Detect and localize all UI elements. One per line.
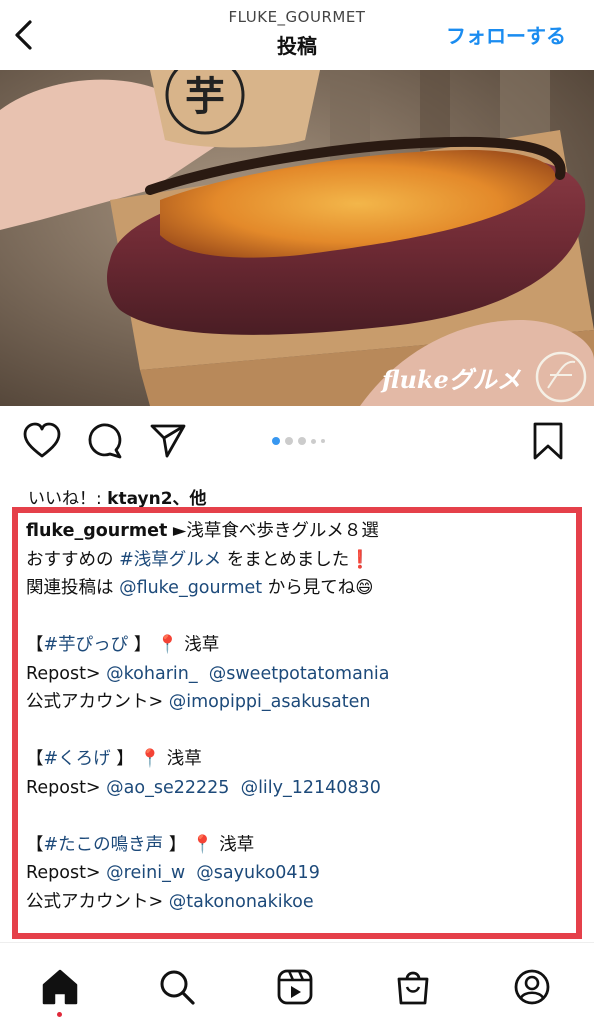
caption-line: fluke_gourmet ►浅草食べ歩きグルメ８選 xyxy=(26,517,572,546)
repost-label: Repost> xyxy=(26,863,107,883)
bracket-close: 】 xyxy=(110,749,134,769)
official-label: 公式アカウント> xyxy=(26,692,169,712)
caption-username[interactable]: fluke_gourmet xyxy=(26,521,167,541)
post-header: FLUKE_GOURMET 投稿 フォローする xyxy=(0,0,594,68)
hashtag-link[interactable]: #くろげ xyxy=(44,749,111,769)
mention-link[interactable]: @sweetpotatomania xyxy=(209,664,390,684)
carousel-dot xyxy=(285,437,293,445)
carousel-dot xyxy=(311,438,316,444)
carousel-dot xyxy=(321,439,325,443)
hashtag-link[interactable]: #芋ぴっぴ xyxy=(44,635,129,655)
nav-reels[interactable] xyxy=(273,965,317,1009)
post-photo[interactable]: 芋 flukeグルメ xyxy=(0,70,594,406)
bookmark-button[interactable] xyxy=(528,420,568,464)
share-button[interactable] xyxy=(148,420,188,464)
follow-button[interactable]: フォローする xyxy=(446,20,566,49)
reels-icon xyxy=(277,969,313,1005)
bracket-open: 【 xyxy=(26,834,44,855)
caption-text: から見てね xyxy=(262,578,356,598)
bracket-open: 【 xyxy=(26,749,44,769)
hashtag-link[interactable]: #浅草グルメ xyxy=(119,550,221,570)
shop-icon xyxy=(397,971,429,1005)
nav-profile[interactable] xyxy=(510,965,554,1009)
caption-line: 公式アカウント> @takononakikoe xyxy=(26,888,572,917)
caption-line: おすすめの #浅草グルメ をまとめました❗ xyxy=(26,546,572,575)
sweet-potato-image: 芋 flukeグルメ xyxy=(0,70,594,406)
share-icon xyxy=(150,424,186,458)
caption-line: 公式アカウント> @imopippi_asakusaten xyxy=(26,688,572,717)
caption-text: 関連投稿は xyxy=(26,578,120,598)
bottom-nav xyxy=(0,942,594,1024)
likes-prefix: いいね！: xyxy=(28,489,108,509)
repost-label: Repost> xyxy=(26,663,107,684)
mention-link[interactable]: @ao_se22225 xyxy=(106,778,229,798)
like-button[interactable] xyxy=(22,420,62,464)
mention-link[interactable]: @koharin_ xyxy=(106,664,197,684)
caption-line: Repost> @reini_w @sayuko0419 xyxy=(26,859,572,888)
nav-home[interactable] xyxy=(38,965,82,1009)
likes-summary[interactable]: いいね！: ktayn2、他 xyxy=(28,484,207,509)
comment-icon xyxy=(88,423,122,459)
mention-link[interactable]: @lily_12140830 xyxy=(241,778,381,798)
post-caption: fluke_gourmet ►浅草食べ歩きグルメ８選 おすすめの #浅草グルメ … xyxy=(26,517,572,916)
caption-line: 【#芋ぴっぴ 】 📍 浅草 xyxy=(26,631,572,660)
comment-button[interactable] xyxy=(86,420,126,464)
bracket-close: 】 xyxy=(163,834,187,855)
action-bar xyxy=(0,420,594,470)
bracket-open: 【 xyxy=(26,635,44,655)
exclamation-emoji: ❗ xyxy=(349,549,372,570)
hashtag-link[interactable]: #たこの鳴き声 xyxy=(44,835,164,855)
nav-search[interactable] xyxy=(155,965,199,1009)
caption-line: 【#くろげ 】 📍 浅草 xyxy=(26,745,572,774)
active-tab-indicator xyxy=(57,1012,62,1017)
carousel-dot-active xyxy=(272,437,280,445)
caption-line: Repost> @ao_se22225 @lily_12140830 xyxy=(26,774,572,803)
place-text: 浅草 xyxy=(178,635,220,655)
pin-icon: 📍 xyxy=(139,749,162,769)
carousel-dot xyxy=(298,437,306,445)
search-icon xyxy=(160,970,195,1005)
mention-link[interactable]: @reini_w xyxy=(106,863,185,883)
nav-shop[interactable] xyxy=(391,965,435,1009)
carousel-indicator xyxy=(272,437,325,445)
profile-icon xyxy=(514,969,550,1005)
cup-mark-text: 芋 xyxy=(185,74,225,120)
smile-emoji: 😄 xyxy=(355,578,374,598)
home-icon xyxy=(42,969,78,1005)
official-label: 公式アカウント> xyxy=(26,891,169,912)
mention-link[interactable]: @takononakikoe xyxy=(169,892,314,912)
bracket-close: 】 xyxy=(128,635,152,655)
pin-icon: 📍 xyxy=(191,834,214,855)
caption-line: 関連投稿は @fluke_gourmet から見てね😄 xyxy=(26,574,572,603)
mention-link[interactable]: @fluke_gourmet xyxy=(119,578,262,598)
likes-user[interactable]: ktayn2 xyxy=(107,489,172,509)
repost-label: Repost> xyxy=(26,777,107,798)
caption-line: Repost> @koharin_ @sweetpotatomania xyxy=(26,660,572,689)
bookmark-icon xyxy=(533,422,563,460)
pin-icon: 📍 xyxy=(156,635,179,655)
watermark-text: flukeグルメ xyxy=(380,365,522,394)
place-text: 浅草 xyxy=(161,749,202,769)
caption-text: をまとめました xyxy=(221,549,350,570)
mention-link[interactable]: @imopippi_asakusaten xyxy=(169,692,371,712)
caption-line: 【#たこの鳴き声 】 📍 浅草 xyxy=(26,831,572,860)
likes-suffix: 、他 xyxy=(172,489,207,509)
place-text: 浅草 xyxy=(213,834,255,855)
caption-text: おすすめの xyxy=(26,549,120,570)
caption-text: ►浅草食べ歩きグルメ８選 xyxy=(167,521,379,541)
mention-link[interactable]: @sayuko0419 xyxy=(196,863,320,883)
heart-icon xyxy=(23,422,61,458)
